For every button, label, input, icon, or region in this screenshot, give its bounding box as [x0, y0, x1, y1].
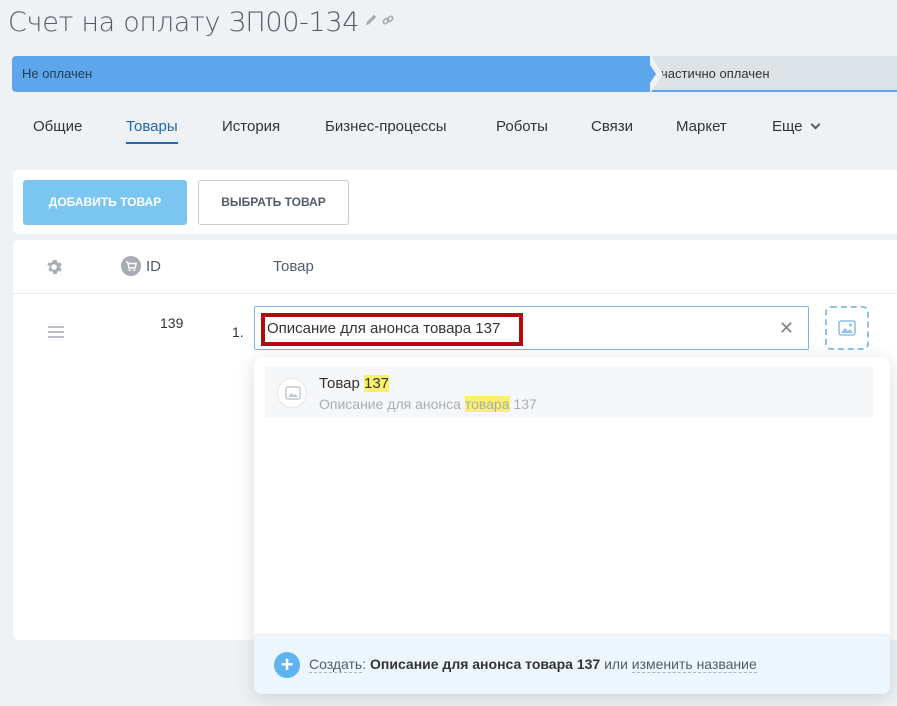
tab-business-processes[interactable]: Бизнес-процессы — [325, 118, 447, 135]
stage-current-label: Не оплачен — [22, 66, 93, 81]
suggestion-description-text: Описание для анонса — [319, 396, 465, 412]
row-number: 1. — [232, 324, 244, 340]
image-upload-button[interactable] — [825, 306, 869, 350]
select-product-button[interactable]: ВЫБРАТЬ ТОВАР — [198, 180, 349, 225]
tab-links[interactable]: Связи — [591, 118, 633, 135]
page-header: Счет на оплату ЗП00-134 — [8, 2, 394, 42]
search-match: 137 — [364, 375, 390, 392]
tab-products[interactable]: Товары — [126, 118, 178, 144]
page-title: Счет на оплату ЗП00-134 — [8, 6, 360, 38]
create-product-footer: + Создать: Описание для анонса товара 13… — [254, 634, 890, 694]
row-id: 139 — [160, 315, 184, 331]
table-header: ID Товар — [13, 240, 897, 294]
image-icon — [277, 378, 307, 408]
image-icon — [838, 320, 856, 336]
suggestion-title-text: Товар — [319, 375, 364, 392]
tab-robots[interactable]: Роботы — [496, 118, 548, 135]
gear-icon[interactable] — [46, 259, 62, 275]
column-header-id[interactable]: ID — [146, 258, 161, 275]
plus-icon[interactable]: + — [274, 652, 300, 678]
stage-current[interactable]: Не оплачен — [12, 56, 650, 92]
cart-icon — [121, 256, 141, 276]
create-product-text: Создать: Описание для анонса товара 137 … — [309, 656, 757, 673]
add-product-button[interactable]: ДОБАВИТЬ ТОВАР — [23, 180, 187, 225]
suggestion-title: Товар 137 — [319, 375, 390, 392]
tab-more-label: Еще — [772, 118, 803, 135]
create-value: Описание для анонса товара 137 — [370, 656, 601, 672]
close-icon[interactable]: ✕ — [779, 318, 794, 339]
stage-next[interactable]: частично оплачен — [651, 56, 897, 92]
suggestion-description: Описание для анонса товара 137 — [319, 396, 537, 412]
or-text: или — [600, 656, 632, 672]
suggestion-item[interactable]: Товар 137 Описание для анонса товара 137 — [265, 367, 873, 417]
tab-history[interactable]: История — [222, 118, 280, 135]
tab-bar: Общие Товары История Бизнес-процессы Роб… — [0, 110, 897, 150]
drag-handle-icon[interactable] — [48, 326, 64, 341]
suggestion-description-suffix: 137 — [509, 396, 537, 412]
link-icon[interactable] — [382, 13, 394, 31]
search-match: товара — [464, 396, 510, 412]
highlight-box — [261, 313, 523, 346]
pencil-icon[interactable] — [365, 13, 378, 31]
stage-next-label: частично оплачен — [661, 66, 770, 81]
product-toolbar: ДОБАВИТЬ ТОВАР ВЫБРАТЬ ТОВАР — [13, 170, 897, 234]
rename-link[interactable]: изменить название — [631, 656, 757, 673]
tab-market[interactable]: Маркет — [676, 118, 727, 135]
stage-bar: Не оплачен частично оплачен — [12, 56, 897, 92]
tab-more[interactable]: Еще — [772, 118, 820, 135]
product-search-dropdown: Товар 137 Описание для анонса товара 137… — [254, 357, 890, 694]
stage-arrow — [644, 56, 656, 92]
create-link[interactable]: Создать — [309, 656, 363, 673]
chevron-down-icon — [810, 119, 820, 130]
colon-text: : — [362, 656, 370, 672]
tab-general[interactable]: Общие — [33, 118, 82, 135]
column-header-product[interactable]: Товар — [273, 258, 314, 275]
